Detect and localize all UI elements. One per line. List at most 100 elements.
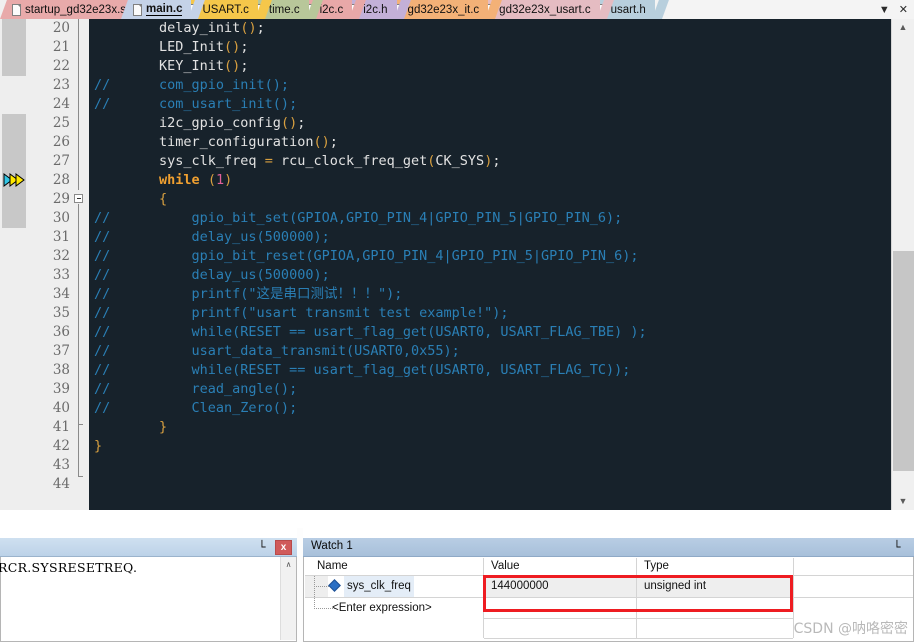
code-token: ;	[329, 134, 338, 150]
code-token: )	[224, 172, 233, 188]
code-folding-column[interactable]	[72, 19, 88, 510]
table-row[interactable]: <Enter expression>	[304, 598, 913, 619]
column-header-type[interactable]: Type	[637, 557, 792, 576]
code-line[interactable]: }	[89, 437, 891, 456]
code-token: ()	[224, 58, 241, 74]
output-panel-body[interactable]: RCR.SYSRESETREQ. ∧	[0, 557, 297, 642]
code-token: ;	[492, 153, 501, 169]
scrollbar-thumb[interactable]	[893, 251, 914, 471]
tab-label: i2c.c	[319, 3, 344, 16]
code-token: sys_clk_freq	[94, 153, 265, 169]
line-number: 32	[52, 248, 70, 264]
code-line[interactable]: // com_usart_init();	[89, 95, 891, 114]
line-number: 21	[52, 39, 70, 55]
code-line[interactable]: // com_gpio_init();	[89, 76, 891, 95]
code-line[interactable]: // Clean_Zero();	[89, 399, 891, 418]
code-line[interactable]: // delay_us(500000);	[89, 228, 891, 247]
line-number: 44	[52, 476, 70, 492]
close-icon[interactable]: x	[275, 540, 292, 555]
code-line[interactable]	[89, 456, 891, 475]
code-line[interactable]: while (1)	[89, 171, 891, 190]
execution-pointer-icon	[3, 172, 25, 188]
code-line[interactable]: // gpio_bit_set(GPIOA,GPIO_PIN_4|GPIO_PI…	[89, 209, 891, 228]
code-line[interactable]	[89, 475, 891, 494]
column-header-name[interactable]: Name	[310, 557, 480, 576]
fold-guide-line	[78, 19, 79, 190]
tab-label: main.c	[146, 3, 183, 16]
pin-icon[interactable]: └	[255, 540, 269, 555]
code-line[interactable]: delay_init();	[89, 19, 891, 38]
code-token: }	[159, 419, 168, 435]
scroll-up-icon[interactable]: ∧	[281, 557, 296, 572]
watch-panel-title: Watch 1	[311, 540, 353, 552]
column-header-value[interactable]: Value	[484, 557, 634, 576]
output-panel-scrollbar[interactable]: ∧	[280, 557, 296, 640]
line-number: 39	[52, 381, 70, 397]
tab-list: startup_gd32e23x.s main.c USART.c time.c i2c…	[0, 0, 669, 19]
scroll-up-icon[interactable]: ▲	[892, 19, 914, 36]
pin-icon[interactable]: └	[890, 540, 904, 555]
line-number: 25	[52, 115, 70, 131]
watch-value[interactable]: 144000000	[484, 576, 636, 597]
code-line[interactable]: // while(RESET == usart_flag_get(USART0,…	[89, 361, 891, 380]
code-line[interactable]: KEY_Init();	[89, 57, 891, 76]
line-number: 29	[52, 191, 70, 207]
code-token: // com_gpio_init();	[94, 77, 290, 93]
line-number: 28	[52, 172, 70, 188]
code-token: // gpio_bit_reset(GPIOA,GPIO_PIN_4|GPIO_…	[94, 248, 639, 264]
tab-startup-gd32e23x-s[interactable]: startup_gd32e23x.s	[0, 0, 149, 19]
close-icon[interactable]: ✕	[899, 3, 908, 16]
code-line[interactable]: // printf("这是串口测试！！！");	[89, 285, 891, 304]
code-line[interactable]: // gpio_bit_reset(GPIOA,GPIO_PIN_4|GPIO_…	[89, 247, 891, 266]
code-line[interactable]: // usart_data_transmit(USART0,0x55);	[89, 342, 891, 361]
code-token: // while(RESET == usart_flag_get(USART0,…	[94, 362, 631, 378]
row-divider	[484, 638, 793, 639]
chevron-down-icon[interactable]: ▼	[879, 4, 890, 16]
tab-main-c[interactable]: main.c	[121, 0, 206, 19]
code-token: ;	[240, 39, 249, 55]
code-token: // delay_us(500000);	[94, 229, 330, 245]
editor-vertical-scrollbar[interactable]: ▲ ▼	[891, 19, 914, 510]
output-panel[interactable]: └ x RCR.SYSRESETREQ. ∧	[0, 528, 297, 642]
line-number: 42	[52, 438, 70, 454]
watch-panel-header: Watch 1 └	[303, 538, 914, 557]
code-token: // gpio_bit_set(GPIOA,GPIO_PIN_4|GPIO_PI…	[94, 210, 623, 226]
scroll-down-icon[interactable]: ▼	[892, 493, 914, 510]
code-line[interactable]: // while(RESET == usart_flag_get(USART0,…	[89, 323, 891, 342]
line-number: 33	[52, 267, 70, 283]
code-token: (	[207, 172, 216, 188]
code-line[interactable]: i2c_gpio_config();	[89, 114, 891, 133]
code-token: // printf("usart transmit test example!"…	[94, 305, 509, 321]
code-line[interactable]: {	[89, 190, 891, 209]
line-number: 35	[52, 305, 70, 321]
code-line[interactable]: }	[89, 418, 891, 437]
tab-bar-spacer	[648, 0, 875, 19]
code-line[interactable]: // printf("usart transmit test example!"…	[89, 304, 891, 323]
bottom-panel-area: └ x RCR.SYSRESETREQ. ∧ Watch 1 └ Name Va…	[0, 528, 914, 642]
table-row[interactable]: sys_clk_freq 144000000 unsigned int	[304, 576, 913, 597]
code-line[interactable]: // delay_us(500000);	[89, 266, 891, 285]
code-token: // printf("这是串口测试！！！");	[94, 286, 403, 302]
line-number: 27	[52, 153, 70, 169]
code-token: 1	[215, 172, 225, 188]
breakpoint-column[interactable]	[2, 19, 26, 510]
code-token: ()	[240, 20, 257, 36]
fold-toggle-icon[interactable]	[74, 194, 83, 203]
code-line[interactable]: // read_angle();	[89, 380, 891, 399]
watermark-text: CSDN @呐咯密密	[793, 621, 908, 637]
code-token: LED_Init	[94, 39, 225, 55]
watch-expression-name[interactable]: sys_clk_freq	[344, 576, 414, 597]
code-editor[interactable]: 20 21 22 23 24 25 26 27 28 29 30 31 32 33 34 35 36 37 38 39…	[0, 19, 914, 546]
code-line[interactable]: sys_clk_freq = rcu_clock_freq_get(CK_SYS…	[89, 152, 891, 171]
tab-label: startup_gd32e23x.s	[25, 3, 127, 16]
code-line[interactable]: timer_configuration();	[89, 133, 891, 152]
code-token: ;	[240, 58, 249, 74]
code-line[interactable]: LED_Init();	[89, 38, 891, 57]
watch-add-expression[interactable]: <Enter expression>	[332, 598, 432, 619]
code-text-area[interactable]: delay_init(); LED_Init(); KEY_Init();// …	[89, 19, 891, 510]
code-token: // usart_data_transmit(USART0,0x55);	[94, 343, 460, 359]
line-number: 31	[52, 229, 70, 245]
